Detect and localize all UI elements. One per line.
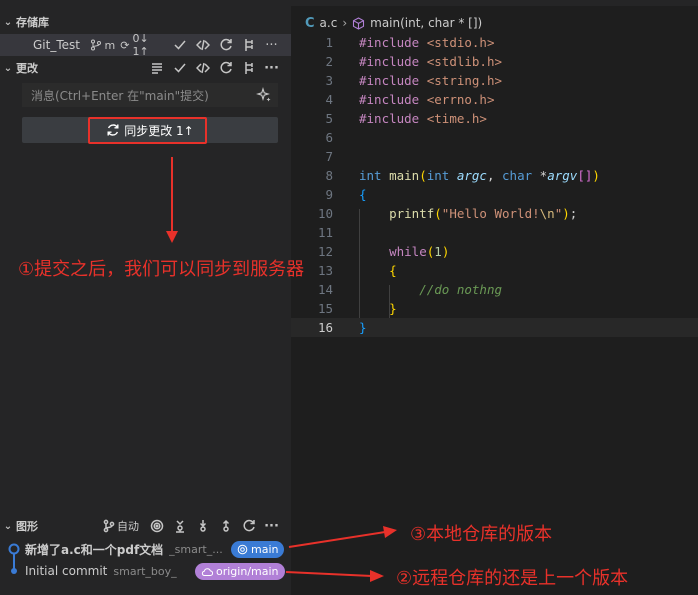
sync-icon: ⟳ xyxy=(120,38,130,52)
editor-tab-bar xyxy=(291,0,698,6)
pull-icon[interactable] xyxy=(191,516,214,536)
target-icon[interactable] xyxy=(145,516,168,536)
chevron-down-icon: ⌄ xyxy=(3,62,13,74)
branch-badge-origin-main[interactable]: origin/main xyxy=(195,563,285,580)
code-line[interactable]: 7 xyxy=(291,147,698,166)
branch-badge-main[interactable]: main xyxy=(231,541,285,558)
compare-icon[interactable] xyxy=(191,58,214,78)
branch-badge-label: main xyxy=(251,543,279,556)
graph-title: 图形 xyxy=(16,520,38,533)
highlight-box xyxy=(88,117,207,144)
source-control-sidebar: ⌄ 存储库 Git_Test m ⟳ 0↓ 1↑ ··· ⌄ 更改 ··· 消息… xyxy=(0,0,291,595)
refresh-icon[interactable] xyxy=(237,516,260,536)
branch-icon[interactable] xyxy=(101,516,117,536)
more-icon[interactable]: ··· xyxy=(260,58,283,78)
cloud-icon xyxy=(201,567,213,576)
commit-message: Initial commit xyxy=(25,564,108,578)
commit-check-icon[interactable] xyxy=(168,35,191,55)
annotation-arrow-down xyxy=(166,157,178,243)
breadcrumb-symbol[interactable]: main(int, char * []) xyxy=(370,16,482,30)
branch-indicator[interactable]: m xyxy=(90,38,116,52)
annotation-sync-note: ①提交之后，我们可以同步到服务器 xyxy=(18,259,305,280)
graph-auto-label[interactable]: 自动 xyxy=(117,518,139,534)
push-icon[interactable] xyxy=(214,516,237,536)
sparkle-icon[interactable] xyxy=(256,87,272,103)
refresh-icon[interactable] xyxy=(214,58,237,78)
more-icon[interactable]: ··· xyxy=(260,516,283,536)
commit-message: 新增了a.c和一个pdf文档 xyxy=(25,542,164,557)
code-line[interactable]: 8 int main(int argc, char *argv[]) xyxy=(291,166,698,185)
code-line[interactable]: 1 #include <stdio.h> xyxy=(291,33,698,52)
code-line[interactable]: 10 printf("Hello World!\n"); xyxy=(291,204,698,223)
breadcrumb-file[interactable]: a.c xyxy=(320,16,338,30)
breadcrumb: C a.c › main(int, char * []) xyxy=(305,14,482,32)
branch-icon xyxy=(90,39,101,51)
target-icon xyxy=(237,544,248,555)
method-icon xyxy=(353,16,365,30)
repository-row[interactable]: Git_Test m ⟳ 0↓ 1↑ ··· xyxy=(0,32,291,58)
c-file-icon: C xyxy=(305,15,315,31)
code-line[interactable]: 5 #include <time.h> xyxy=(291,109,698,128)
compare-icon[interactable] xyxy=(191,35,214,55)
commit-check-icon[interactable] xyxy=(168,58,191,78)
commit-message-placeholder: 消息(Ctrl+Enter 在"main"提交) xyxy=(31,88,209,103)
commit-author: _smart_... xyxy=(169,542,223,556)
annotation-remote-note: ②远程仓库的还是上一个版本 xyxy=(396,568,629,589)
sync-indicator[interactable]: ⟳ 0↓ 1↑ xyxy=(120,32,168,58)
code-line[interactable]: 12 while(1) xyxy=(291,242,698,261)
repositories-header[interactable]: ⌄ 存储库 xyxy=(0,12,291,32)
refresh-icon[interactable] xyxy=(214,35,237,55)
list-view-icon[interactable] xyxy=(145,58,168,78)
code-line[interactable]: 3 #include <string.h> xyxy=(291,71,698,90)
repository-name: Git_Test xyxy=(33,38,80,52)
branch-name: m xyxy=(104,38,116,52)
code-line[interactable]: 15 } xyxy=(291,299,698,318)
code-line[interactable]: 2 #include <stdlib.h> xyxy=(291,52,698,71)
branch-tree-icon[interactable] xyxy=(237,58,260,78)
annotation-arrow-remote xyxy=(285,570,384,582)
code-line[interactable]: 9{ xyxy=(291,185,698,204)
branch-tree-icon[interactable] xyxy=(237,35,260,55)
changes-title: 更改 xyxy=(16,62,38,75)
fetch-icon[interactable] xyxy=(168,516,191,536)
code-line-active[interactable]: 16} xyxy=(291,318,698,337)
code-line[interactable]: 14 //do nothng xyxy=(291,280,698,299)
commit-message-input[interactable]: 消息(Ctrl+Enter 在"main"提交) xyxy=(22,83,278,107)
code-line[interactable]: 4 #include <errno.h> xyxy=(291,90,698,109)
branch-badge-label: origin/main xyxy=(216,565,279,578)
more-icon[interactable]: ··· xyxy=(260,35,283,55)
annotation-arrow-local xyxy=(288,526,397,548)
repositories-title: 存储库 xyxy=(16,16,49,29)
code-line[interactable]: 11 xyxy=(291,223,698,242)
commit-author: smart_boy_ xyxy=(113,564,177,578)
changes-header[interactable]: ⌄ 更改 ··· xyxy=(0,58,291,78)
annotation-local-note: ③本地仓库的版本 xyxy=(410,524,553,545)
sync-counts: 0↓ 1↑ xyxy=(132,32,149,58)
chevron-down-icon: ⌄ xyxy=(3,16,13,28)
chevron-down-icon: ⌄ xyxy=(3,520,13,532)
code-line[interactable]: 6 xyxy=(291,128,698,147)
graph-header[interactable]: ⌄ 图形 自动 ··· xyxy=(0,516,291,536)
chevron-right-icon: › xyxy=(342,16,348,30)
code-line[interactable]: 13 { xyxy=(291,261,698,280)
